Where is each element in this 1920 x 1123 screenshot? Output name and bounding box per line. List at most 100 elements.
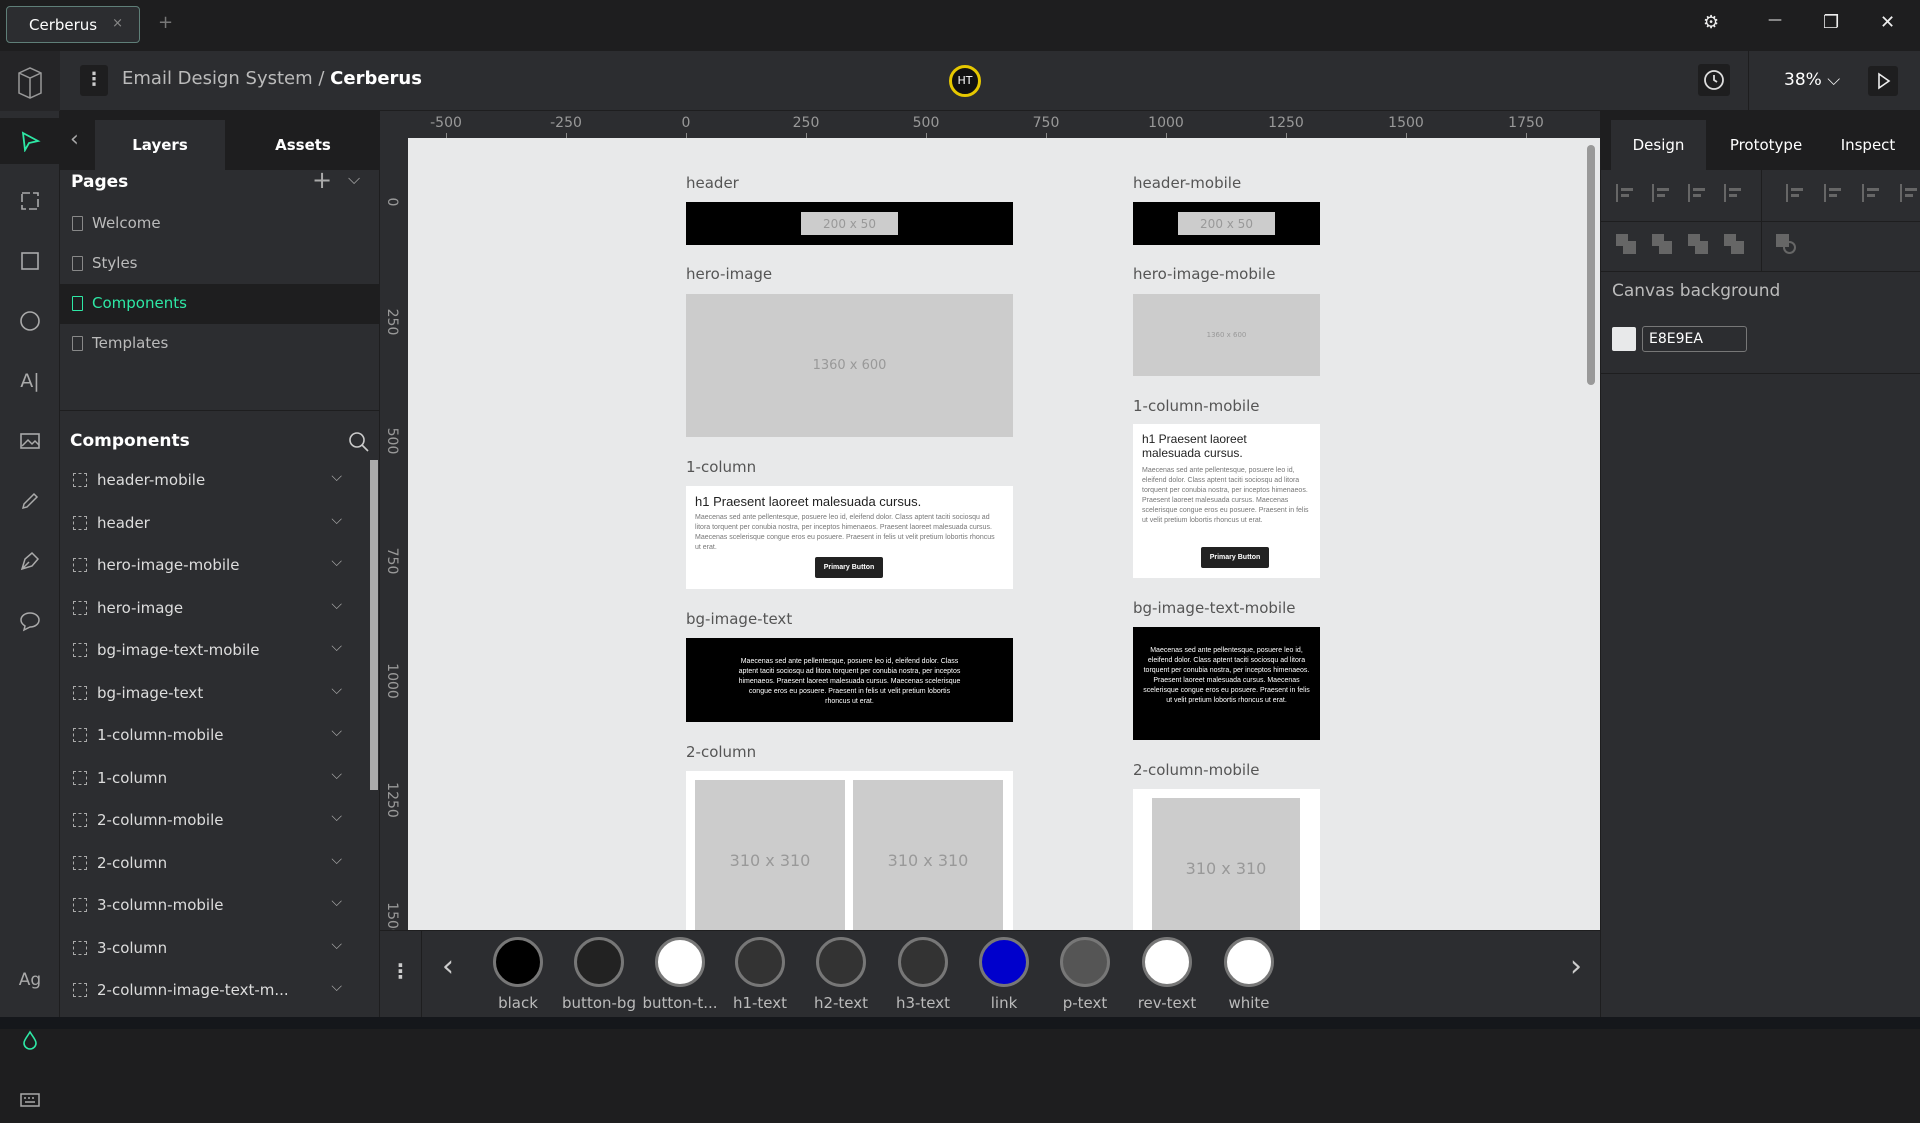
close-window-button[interactable]: ✕ (1880, 12, 1895, 33)
align-top-icon[interactable] (1786, 184, 1806, 202)
canvas-background-swatch[interactable] (1612, 327, 1636, 351)
ellipse-tool[interactable] (0, 298, 60, 344)
hero-image-mobile-component[interactable]: 1360 x 600 (1133, 294, 1320, 376)
swatch-next-arrow[interactable]: › (1570, 949, 1582, 984)
hero-image-component[interactable]: 1360 x 600 (686, 294, 1013, 437)
color-swatch-white[interactable] (1224, 937, 1274, 987)
chevron-down-icon[interactable]: ⌵ (348, 169, 360, 189)
1-column-component[interactable]: h1 Praesent laoreet malesuada cursus. Ma… (686, 486, 1013, 589)
comment-tool[interactable] (0, 598, 60, 644)
new-tab-button[interactable]: + (158, 12, 173, 33)
align-bottom-icon[interactable] (1862, 184, 1882, 202)
breadcrumb-project[interactable]: Email Design System (122, 68, 313, 89)
tab-layers[interactable]: Layers (95, 120, 225, 170)
chevron-down-icon[interactable]: ⌵ (331, 852, 342, 868)
chevron-down-icon[interactable]: ⌵ (331, 979, 342, 995)
canvas-scrollbar[interactable] (1587, 145, 1595, 385)
rectangle-tool[interactable] (0, 238, 60, 284)
version-history-icon[interactable] (1698, 64, 1730, 96)
align-center-h-icon[interactable] (1652, 184, 1672, 202)
bg-image-text-mobile-component[interactable]: Maecenas sed ante pellentesque, posuere … (1133, 627, 1320, 740)
chevron-down-icon[interactable]: ⌵ (331, 597, 342, 613)
align-right-icon[interactable] (1688, 184, 1708, 202)
add-page-icon[interactable]: + (312, 166, 332, 194)
component-item[interactable]: 3-column ⌵ (60, 929, 360, 969)
align-left-icon[interactable] (1616, 184, 1636, 202)
component-item[interactable]: 2-column-mobile ⌵ (60, 801, 360, 841)
swatch-prev-arrow[interactable]: ‹ (442, 949, 454, 984)
component-item[interactable]: 3-column-mobile ⌵ (60, 886, 360, 926)
tab-inspect[interactable]: Inspect (1823, 120, 1913, 170)
subtract-icon[interactable] (1652, 234, 1672, 254)
bg-image-text-component[interactable]: Maecenas sed ante pellentesque, posuere … (686, 638, 1013, 722)
document-tab[interactable]: Cerberus × (6, 6, 140, 43)
component-item[interactable]: header ⌵ (60, 504, 360, 544)
component-item[interactable]: bg-image-text ⌵ (60, 674, 360, 714)
color-swatch-h2-text[interactable] (816, 937, 866, 987)
fonts-tool[interactable]: Ag (0, 957, 60, 1003)
component-item[interactable]: 1-column-mobile ⌵ (60, 716, 360, 756)
chevron-down-icon[interactable]: ⌵ (331, 894, 342, 910)
components-scrollbar[interactable] (370, 460, 378, 790)
1-column-mobile-component[interactable]: h1 Praesent laoreet malesuada cursus. Ma… (1133, 424, 1320, 578)
chevron-down-icon[interactable]: ⌵ (331, 809, 342, 825)
difference-icon[interactable] (1724, 234, 1744, 254)
chevron-down-icon[interactable]: ⌵ (331, 937, 342, 953)
select-tool[interactable] (0, 118, 60, 164)
page-item-styles[interactable]: Styles (60, 244, 379, 284)
pen-tool[interactable] (0, 538, 60, 584)
color-swatch-link[interactable] (979, 937, 1029, 987)
color-swatch-button-t[interactable] (655, 937, 705, 987)
distribute-h-icon[interactable] (1724, 184, 1744, 202)
component-item[interactable]: 1-column ⌵ (60, 759, 360, 799)
distribute-v-icon[interactable] (1900, 184, 1920, 202)
2-column-component[interactable]: 310 x 310 310 x 310 (686, 771, 1013, 930)
preview-play-button[interactable] (1868, 66, 1898, 96)
component-item[interactable]: bg-image-text-mobile ⌵ (60, 631, 360, 671)
collapse-panel-icon[interactable]: ‹ (70, 127, 79, 152)
tab-prototype[interactable]: Prototype (1716, 120, 1816, 170)
color-swatch-button-bg[interactable] (574, 937, 624, 987)
canvas-background-input[interactable]: E8E9EA (1642, 326, 1747, 352)
app-logo[interactable] (0, 51, 60, 111)
header-mobile-component[interactable]: 200 x 50 (1133, 202, 1320, 245)
swatch-menu-button[interactable]: ⋮ (380, 931, 422, 1018)
settings-gear-icon[interactable]: ⚙ (1703, 12, 1719, 33)
zoom-level-dropdown[interactable]: 38% ⌵ (1784, 70, 1840, 90)
component-item[interactable]: hero-image ⌵ (60, 589, 360, 629)
color-swatch-black[interactable] (493, 937, 543, 987)
page-item-components[interactable]: Components (60, 284, 379, 324)
user-avatar[interactable]: HT (949, 65, 981, 97)
pencil-tool[interactable] (0, 478, 60, 524)
text-tool[interactable]: A| (0, 358, 60, 404)
minimize-button[interactable]: — (1768, 12, 1782, 28)
chevron-down-icon[interactable]: ⌵ (331, 639, 342, 655)
tab-design[interactable]: Design (1611, 120, 1706, 170)
search-icon[interactable] (348, 431, 370, 457)
tab-assets[interactable]: Assets (238, 120, 368, 170)
artboard-tool[interactable] (0, 178, 60, 224)
chevron-down-icon[interactable]: ⌵ (331, 512, 342, 528)
intersect-icon[interactable] (1688, 234, 1708, 254)
chevron-down-icon[interactable]: ⌵ (331, 682, 342, 698)
component-item[interactable]: 2-column ⌵ (60, 844, 360, 884)
main-menu-button[interactable]: ⋮ (80, 65, 108, 96)
chevron-down-icon[interactable]: ⌵ (331, 554, 342, 570)
page-item-templates[interactable]: Templates (60, 324, 379, 364)
color-swatch-rev-text[interactable] (1142, 937, 1192, 987)
mask-icon[interactable] (1776, 234, 1796, 254)
chevron-down-icon[interactable]: ⌵ (331, 469, 342, 485)
color-swatch-p-text[interactable] (1060, 937, 1110, 987)
design-canvas[interactable]: header 200 x 50 hero-image 1360 x 600 1-… (408, 138, 1600, 930)
component-item[interactable]: 2-column-image-text-m... ⌵ (60, 971, 360, 1011)
tab-close-icon[interactable]: × (112, 16, 123, 31)
chevron-down-icon[interactable]: ⌵ (331, 724, 342, 740)
align-middle-v-icon[interactable] (1824, 184, 1844, 202)
union-icon[interactable] (1616, 234, 1636, 254)
component-item[interactable]: hero-image-mobile ⌵ (60, 546, 360, 586)
page-item-welcome[interactable]: Welcome (60, 204, 379, 244)
2-column-mobile-component[interactable]: 310 x 310 (1133, 789, 1320, 930)
maximize-button[interactable]: ❐ (1823, 12, 1839, 33)
image-tool[interactable] (0, 418, 60, 464)
color-swatch-h3-text[interactable] (898, 937, 948, 987)
